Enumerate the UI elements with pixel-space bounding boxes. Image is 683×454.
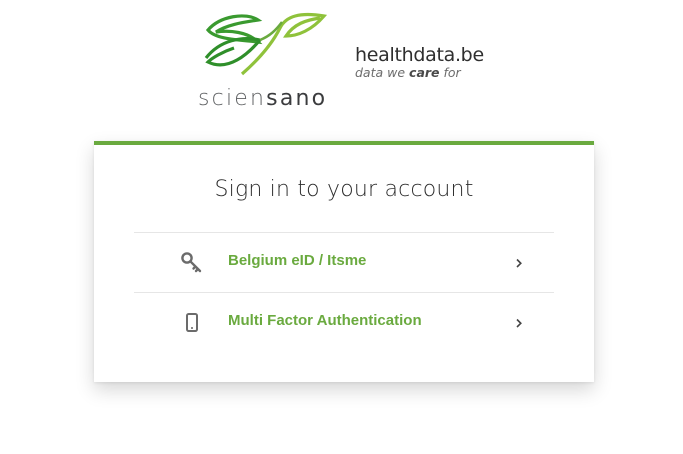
option-label: Multi Factor Authentication: [228, 312, 422, 329]
key-icon: [180, 251, 204, 275]
option-label: Belgium eID / Itsme: [228, 252, 367, 269]
tagline-pre: data we: [355, 65, 410, 80]
sciensano-logo: sciensano: [198, 10, 338, 111]
healthdata-name: healthdata.be: [355, 44, 484, 66]
sciensano-leaf-icon: [204, 12, 328, 76]
header: sciensano healthdata.be data we care for: [0, 0, 683, 111]
tagline-emphasis: care: [409, 65, 440, 80]
sign-in-card: Sign in to your account Belgium eID / It…: [94, 141, 594, 382]
wordmark-part1: scien: [198, 86, 267, 111]
healthdata-logo: healthdata.be data we care for: [355, 44, 515, 81]
card-title: Sign in to your account: [214, 177, 474, 202]
mobile-phone-icon: [180, 311, 204, 335]
tagline-post: for: [439, 65, 461, 80]
option-multi-factor-authentication[interactable]: Multi Factor Authentication: [134, 292, 554, 351]
healthdata-tagline: data we care for: [355, 65, 515, 81]
chevron-right-icon: [514, 255, 524, 271]
chevron-right-icon: [514, 315, 524, 331]
sciensano-wordmark: sciensano: [198, 86, 327, 111]
option-belgium-eid-itsme[interactable]: Belgium eID / Itsme: [134, 232, 554, 291]
wordmark-part2: sano: [266, 86, 328, 111]
